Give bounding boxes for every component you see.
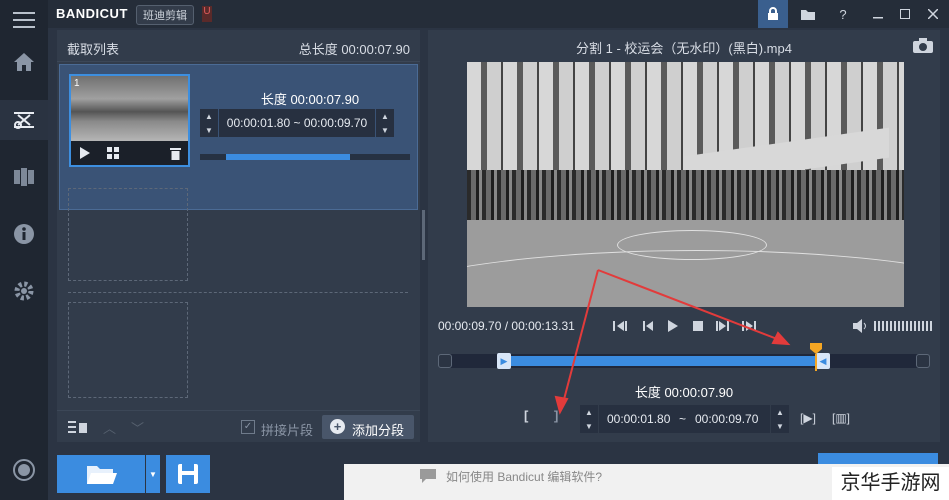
help-hint-text: 如何使用 Bandicut 编辑软件? bbox=[446, 470, 603, 484]
annotation-arrows bbox=[554, 269, 791, 415]
save-project-button[interactable] bbox=[166, 455, 210, 493]
watermark-text: 京华手游网 bbox=[832, 467, 949, 500]
open-dropdown-icon[interactable]: ▼ bbox=[146, 455, 160, 493]
annotation-arrow-right bbox=[597, 269, 786, 343]
open-folder-icon bbox=[87, 466, 117, 484]
chat-icon bbox=[420, 469, 436, 483]
open-file-button[interactable] bbox=[57, 455, 145, 493]
save-icon bbox=[178, 464, 198, 484]
bandicut-window: BANDICUT 班迪剪辑 U ? 截取列表 总长度 00:00:07.90 1 bbox=[0, 0, 949, 500]
annotation-arrow-down bbox=[561, 269, 599, 408]
